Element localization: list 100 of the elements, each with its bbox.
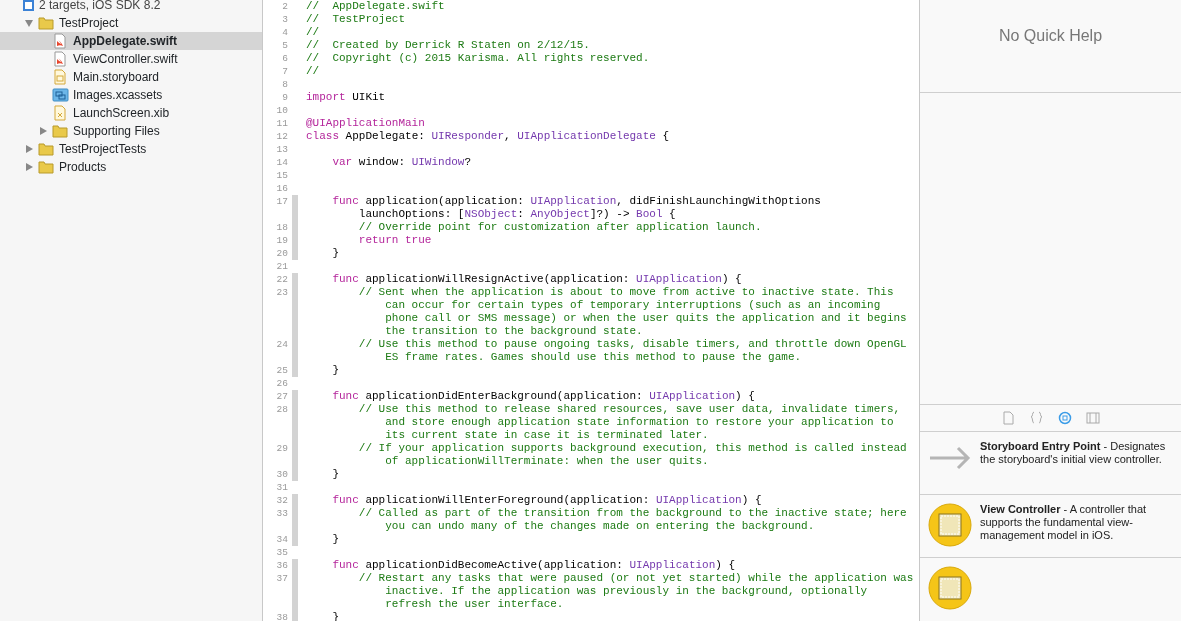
code-line: can occur for certain types of temporary interruptions (such as an incoming bbox=[385, 299, 881, 311]
braces-icon[interactable] bbox=[1029, 411, 1044, 425]
line-number: 27 bbox=[275, 390, 288, 403]
navigator-row[interactable]: LaunchScreen.xib bbox=[0, 104, 262, 122]
line-number: 30 bbox=[275, 468, 288, 481]
line-number: 8 bbox=[281, 78, 288, 91]
line-number: 15 bbox=[275, 169, 288, 182]
image-set-icon bbox=[52, 87, 69, 103]
code-line: // If your application supports background execution, this method is called instead bbox=[358, 442, 907, 454]
line-number: 31 bbox=[275, 481, 288, 494]
view-controller-icon bbox=[928, 503, 972, 547]
code-line: // Use this method to pause ongoing tasks, disable timers, and throttle down OpenGL bbox=[358, 338, 907, 350]
line-number: 23 bbox=[275, 286, 288, 299]
line-number: 11 bbox=[275, 117, 288, 130]
code-line: import UIKit bbox=[306, 91, 386, 103]
navigator-row[interactable]: TestProject bbox=[0, 14, 262, 32]
swift-file-icon bbox=[52, 51, 69, 67]
code-line: } bbox=[332, 533, 339, 545]
line-number: 12 bbox=[275, 130, 288, 143]
line-number: 13 bbox=[275, 143, 288, 156]
code-line: // Restart any tasks that were paused (or not yet started) while the application was bbox=[358, 572, 914, 584]
line-number: 3 bbox=[281, 13, 288, 26]
code-line: and store enough application state information to restore your application to bbox=[385, 416, 894, 428]
line-number: 25 bbox=[275, 364, 288, 377]
line-number: 19 bbox=[275, 234, 288, 247]
code-line: func applicationWillResignActive(application: UIApplication) { bbox=[332, 273, 742, 285]
line-number: 9 bbox=[281, 91, 288, 104]
media-grid-icon[interactable] bbox=[1085, 411, 1100, 425]
line-number: 32 bbox=[275, 494, 288, 507]
code-line: phone call or SMS message) or when the user quits the application and it begins bbox=[385, 312, 907, 324]
project-subtitle: 2 targets, iOS SDK 8.2 bbox=[39, 0, 161, 14]
line-number: 17 bbox=[275, 195, 288, 208]
code-line: var window: UIWindow? bbox=[332, 156, 472, 168]
interface-file-icon bbox=[52, 105, 69, 121]
code-line: return true bbox=[358, 234, 432, 246]
folder-icon bbox=[38, 141, 55, 157]
code-line: launchOptions: [NSObject: AnyObject]?) -> Bool { bbox=[358, 208, 676, 220]
code-line: } bbox=[332, 247, 339, 259]
folder-icon bbox=[52, 123, 69, 139]
code-line: // Called as part of the transition from the background to the inactive state; here bbox=[358, 507, 907, 519]
code-line: // Copyright (c) 2015 Karisma. All rights reserved. bbox=[306, 52, 650, 64]
line-number: 37 bbox=[275, 572, 288, 585]
file-icon[interactable] bbox=[1001, 411, 1016, 425]
line-number: 34 bbox=[275, 533, 288, 546]
line-number: 22 bbox=[275, 273, 288, 286]
code-line: // AppDelegate.swift bbox=[306, 0, 445, 12]
line-number: 26 bbox=[275, 377, 288, 390]
line-number: 14 bbox=[275, 156, 288, 169]
code-line: inactive. If the application was previously in the background, optionally bbox=[385, 585, 868, 597]
code-line: // Use this method to release shared resources, save user data, invalidate timers, bbox=[358, 403, 901, 415]
object-icon[interactable] bbox=[1057, 411, 1072, 425]
navigator-row[interactable]: ViewController.swift bbox=[0, 50, 262, 68]
line-number: 7 bbox=[281, 65, 288, 78]
navigator-row[interactable]: Products bbox=[0, 158, 262, 176]
code-line: class AppDelegate: UIResponder, UIApplicationDelegate { bbox=[306, 130, 670, 142]
line-number: 35 bbox=[275, 546, 288, 559]
swift-file-icon bbox=[52, 33, 69, 49]
line-number: 6 bbox=[281, 52, 288, 65]
folder-icon bbox=[38, 159, 55, 175]
navigator-row[interactable]: Images.xcassets bbox=[0, 86, 262, 104]
code-line: // bbox=[306, 26, 320, 38]
code-line: @UIApplicationMain bbox=[306, 117, 425, 129]
line-number: 21 bbox=[275, 260, 288, 273]
code-line: // Created by Derrick R Staten on 2/12/15. bbox=[306, 39, 590, 51]
code-line: func applicationDidBecomeActive(application: UIApplication) { bbox=[332, 559, 736, 571]
code-line: func application(application: UIApplication, didFinishLaunchingWithOptions bbox=[332, 195, 821, 207]
code-line: you can undo many of the changes made on entering the background. bbox=[385, 520, 815, 532]
code-line: // Override point for customization after application launch. bbox=[358, 221, 762, 233]
code-line: its current state in case it is terminated later. bbox=[385, 429, 709, 441]
navigator-row[interactable]: AppDelegate.swift bbox=[0, 32, 262, 50]
navigator-row[interactable]: TestProjectTests bbox=[0, 140, 262, 158]
line-number: 20 bbox=[275, 247, 288, 260]
line-number: 2 bbox=[281, 0, 288, 13]
line-number: 10 bbox=[275, 104, 288, 117]
quick-help-message: No Quick Help bbox=[998, 26, 1103, 46]
code-line: } bbox=[332, 468, 339, 480]
navigator-row[interactable]: Supporting Files bbox=[0, 122, 262, 140]
line-number: 4 bbox=[281, 26, 288, 39]
line-number: 24 bbox=[275, 338, 288, 351]
line-number: 16 bbox=[275, 182, 288, 195]
line-number: 36 bbox=[275, 559, 288, 572]
code-line: } bbox=[332, 364, 339, 376]
code-line: refresh the user interface. bbox=[385, 598, 564, 610]
library-item-description: View Controller - A controller that supports the fundamental view-management model in iOS. bbox=[980, 503, 1148, 542]
line-number: 5 bbox=[281, 39, 288, 52]
line-number: 28 bbox=[275, 403, 288, 416]
code-line: func applicationWillEnterForeground(application: UIApplication) { bbox=[332, 494, 762, 506]
storyboard-file-icon bbox=[52, 69, 69, 85]
line-number: 29 bbox=[275, 442, 288, 455]
line-number: 38 bbox=[275, 611, 288, 621]
code-line: ES frame rates. Games should use this method to pause the game. bbox=[385, 351, 802, 363]
navigator-row[interactable]: Main.storyboard bbox=[0, 68, 262, 86]
code-line: // bbox=[306, 65, 320, 77]
code-line: // TestProject bbox=[306, 13, 406, 25]
line-number: 18 bbox=[275, 221, 288, 234]
view-controller-icon bbox=[928, 566, 972, 610]
code-line: func applicationDidEnterBackground(application: UIApplication) { bbox=[332, 390, 755, 402]
code-line: the transition to the background state. bbox=[385, 325, 643, 337]
line-number: 33 bbox=[275, 507, 288, 520]
code-line: // Sent when the application is about to move from active to inactive state. This bbox=[358, 286, 894, 298]
